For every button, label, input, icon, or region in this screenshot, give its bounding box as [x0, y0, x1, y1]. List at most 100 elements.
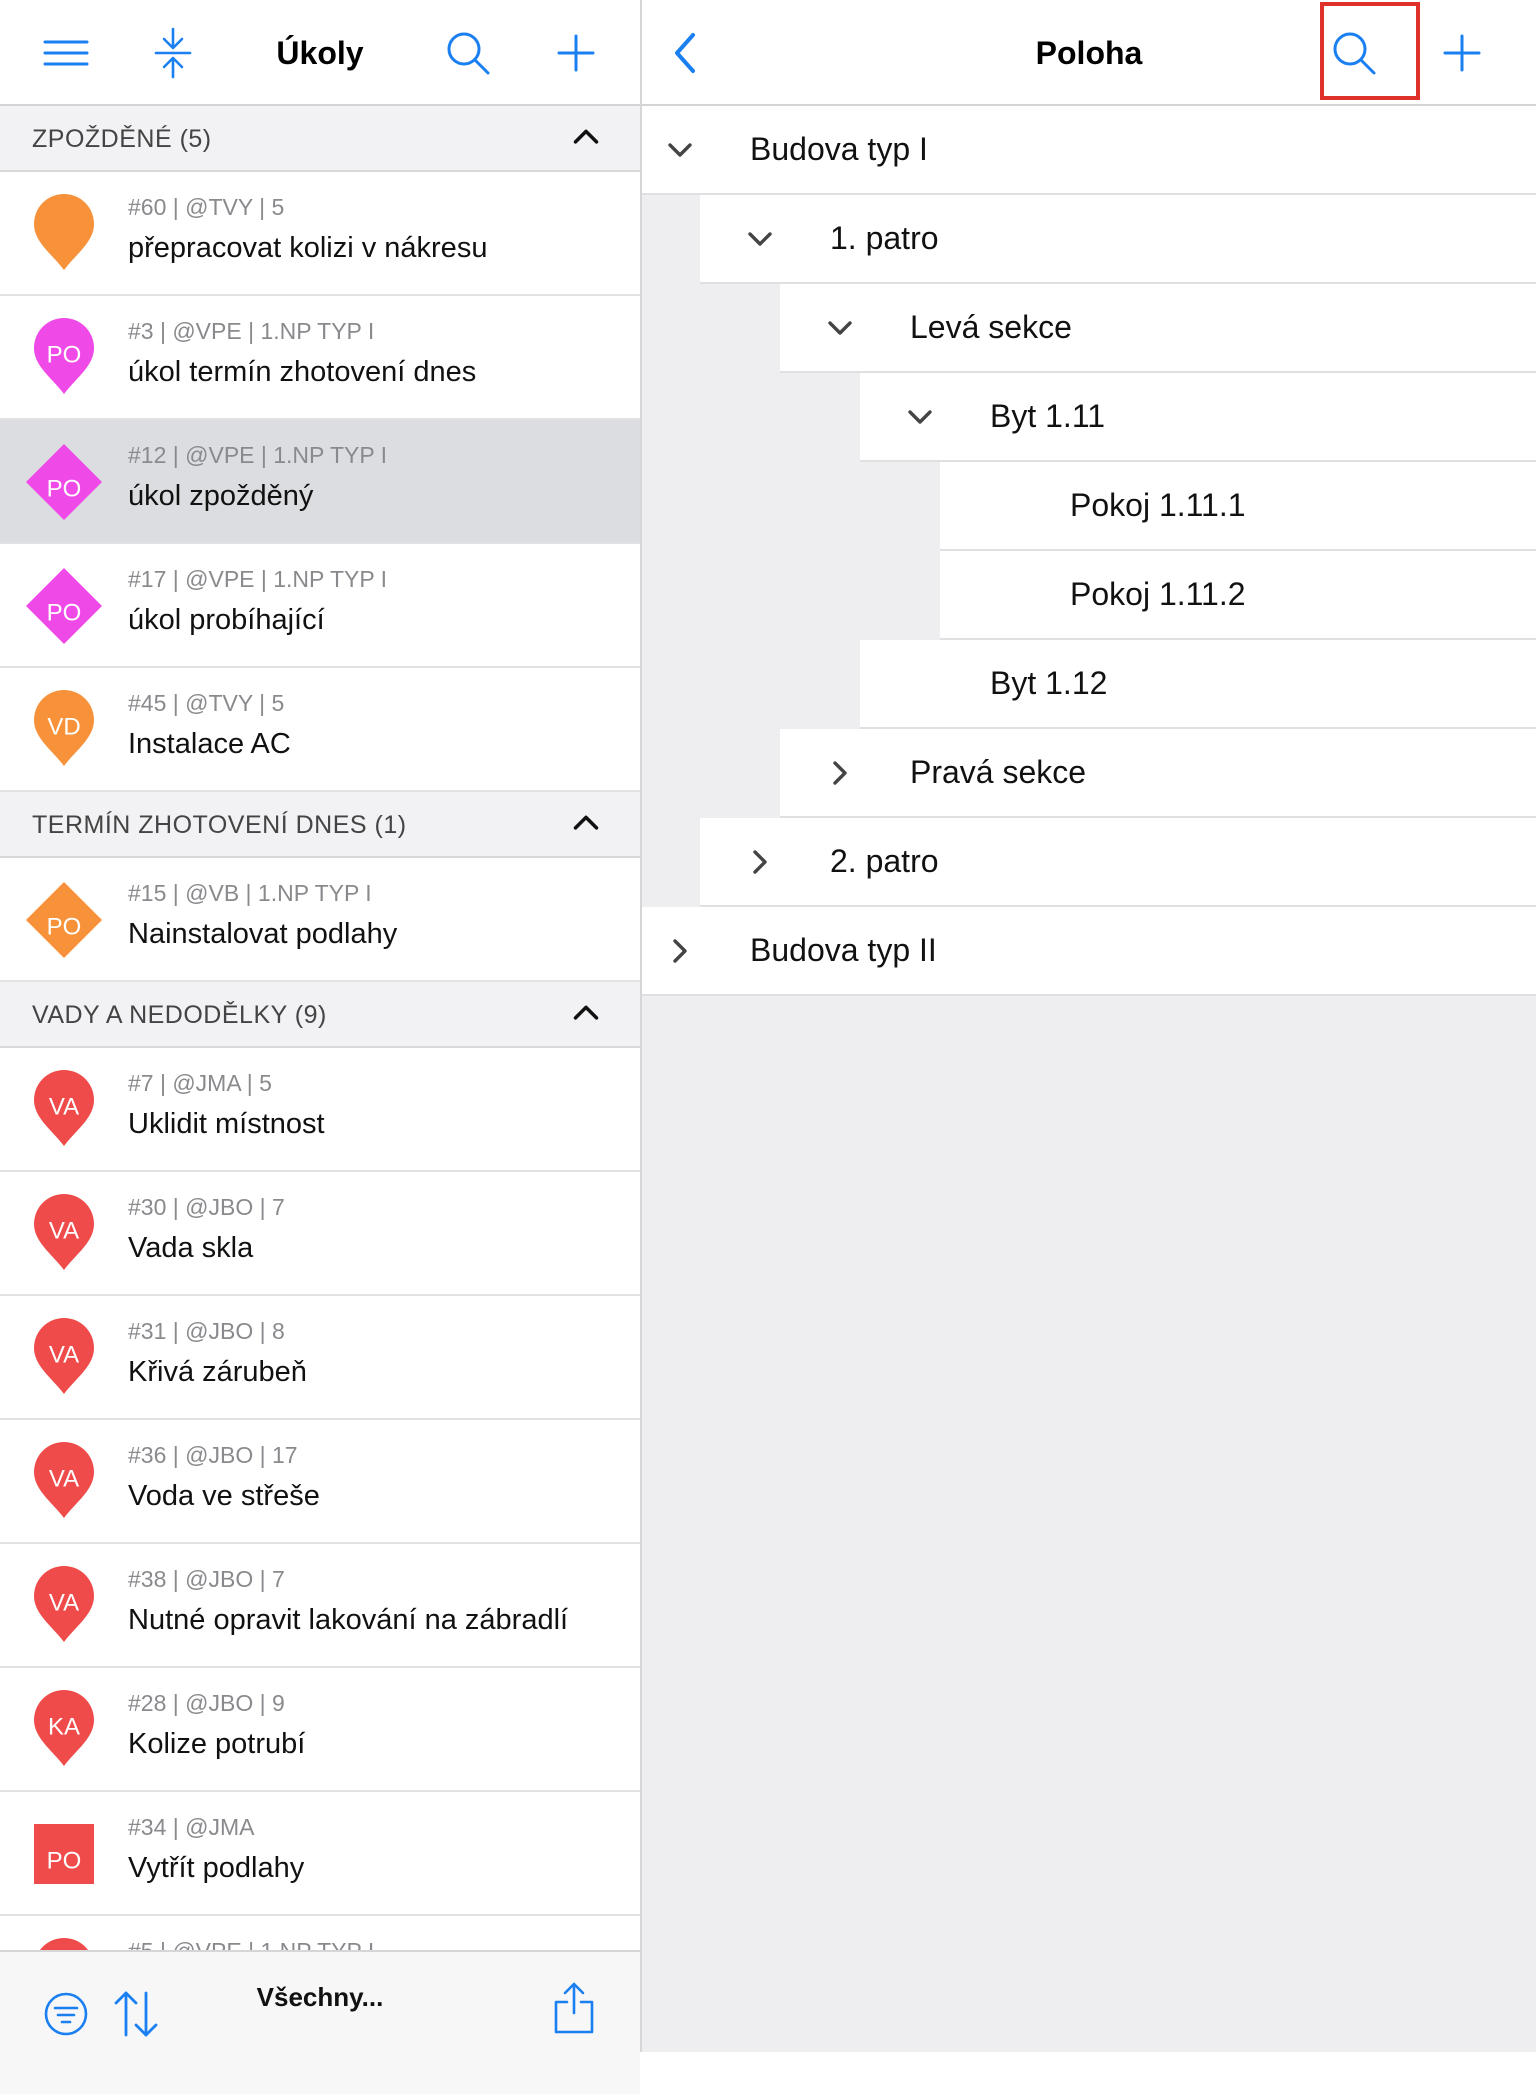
task-meta: #28 | @JBO | 9	[128, 1690, 285, 1716]
chevron-right-icon[interactable]	[742, 844, 778, 880]
marker-text: VA	[49, 1093, 79, 1120]
task-row[interactable]: PO #34 | @JMA Vytřít podlahy	[0, 1792, 640, 1916]
tree-row[interactable]: Budova typ II	[642, 907, 1536, 996]
task-meta: #3 | @VPE | 1.NP TYP I	[128, 318, 375, 344]
task-title: Uklidit místnost	[128, 1108, 325, 1140]
task-title: Vada skla	[128, 1232, 254, 1264]
tree-row[interactable]: Pravá sekce	[780, 729, 1536, 818]
marker-text: VD	[47, 713, 80, 740]
chevron-down-icon[interactable]	[662, 132, 698, 168]
section-header[interactable]: ZPOŽDĚNÉ (5)	[0, 106, 640, 172]
marker-text: PO	[47, 599, 82, 626]
add-icon[interactable]	[546, 23, 606, 83]
tree-row[interactable]: Pokoj 1.11.1	[940, 462, 1536, 551]
search-highlight-box	[1320, 2, 1420, 100]
task-title: Instalace AC	[128, 728, 291, 760]
pin-marker-icon: VA	[22, 1316, 106, 1400]
task-meta: #15 | @VB | 1.NP TYP I	[128, 880, 372, 906]
tree-row[interactable]: 2. patro	[700, 818, 1536, 907]
add-icon[interactable]	[1432, 23, 1492, 83]
pin-marker-icon: PO	[22, 316, 106, 400]
pin-marker-icon	[22, 192, 106, 276]
task-meta: #38 | @JBO | 7	[128, 1566, 285, 1592]
chevron-right-icon[interactable]	[662, 933, 698, 969]
task-row[interactable]: VA #36 | @JBO | 17 Voda ve střeše	[0, 1420, 640, 1544]
task-row[interactable]: PO #3 | @VPE | 1.NP TYP I úkol termín zh…	[0, 296, 640, 420]
task-row[interactable]: VD #45 | @TVY | 5 Instalace AC	[0, 668, 640, 792]
tree-label: Budova typ I	[750, 131, 928, 167]
section-header[interactable]: VADY A NEDODĚLKY (9)	[0, 982, 640, 1048]
section-label: TERMÍN ZHOTOVENÍ DNES (1)	[32, 811, 407, 839]
bottom-margin	[642, 2052, 1536, 2094]
bottom-toolbar: Všechny...	[0, 1950, 640, 2094]
tree-label: Levá sekce	[910, 309, 1072, 345]
task-title: Nainstalovat podlahy	[128, 918, 398, 950]
section-header[interactable]: TERMÍN ZHOTOVENÍ DNES (1)	[0, 792, 640, 858]
task-row[interactable]: VA #7 | @JMA | 5 Uklidit místnost	[0, 1048, 640, 1172]
menu-icon[interactable]	[36, 23, 96, 83]
chevron-up-icon[interactable]	[572, 812, 600, 837]
task-title: Kolize potrubí	[128, 1728, 306, 1760]
tree-row[interactable]: Byt 1.11	[860, 373, 1536, 462]
chevron-down-icon[interactable]	[822, 310, 858, 346]
task-title: Křivá zárubeň	[128, 1356, 307, 1388]
tree-label: Byt 1.12	[990, 665, 1108, 701]
pin-marker-icon: VA	[22, 1192, 106, 1276]
marker-text: VA	[49, 1589, 79, 1616]
task-row[interactable]: VA #31 | @JBO | 8 Křivá zárubeň	[0, 1296, 640, 1420]
marker-text: PO	[47, 475, 82, 502]
task-meta: #45 | @TVY | 5	[128, 690, 285, 716]
pin-marker-icon: VA	[22, 1068, 106, 1152]
share-icon[interactable]	[546, 1980, 602, 2036]
sort-icon[interactable]	[108, 1986, 164, 2042]
location-pane: Poloha Budova typ I 1. patro Levá sekce …	[642, 0, 1536, 2052]
task-title: Vytřít podlahy	[128, 1852, 305, 1884]
task-meta: #31 | @JBO | 8	[128, 1318, 285, 1344]
task-row[interactable]: PO #15 | @VB | 1.NP TYP I Nainstalovat p…	[0, 858, 640, 982]
collapse-icon[interactable]	[143, 23, 203, 83]
chevron-down-icon[interactable]	[742, 221, 778, 257]
square-marker-icon: PO	[22, 1812, 106, 1896]
chevron-right-icon[interactable]	[822, 755, 858, 791]
task-row[interactable]: VA #38 | @JBO | 7 Nutné opravit lakování…	[0, 1544, 640, 1668]
task-row[interactable]: VA #30 | @JBO | 7 Vada skla	[0, 1172, 640, 1296]
task-row[interactable]: KA #28 | @JBO | 9 Kolize potrubí	[0, 1668, 640, 1792]
tree-row[interactable]: Levá sekce	[780, 284, 1536, 373]
pin-marker-icon: KA	[22, 1688, 106, 1772]
chevron-down-icon[interactable]	[902, 399, 938, 435]
pin-marker-icon: VD	[22, 688, 106, 772]
marker-text: PO	[47, 1847, 82, 1874]
marker-text: KA	[48, 1713, 80, 1740]
task-row[interactable]: PO #12 | @VPE | 1.NP TYP I úkol zpožděný	[0, 420, 640, 544]
pin-marker-icon: VA	[22, 1440, 106, 1524]
task-meta: #30 | @JBO | 7	[128, 1194, 285, 1220]
task-meta: #17 | @VPE | 1.NP TYP I	[128, 566, 388, 592]
marker-text: VA	[49, 1341, 79, 1368]
tree-row[interactable]: Pokoj 1.11.2	[940, 551, 1536, 640]
diamond-marker-icon: PO	[22, 878, 106, 962]
filter-selector[interactable]: Všechny...	[220, 1982, 420, 2013]
tree-row[interactable]: 1. patro	[700, 195, 1536, 284]
search-icon[interactable]	[438, 23, 498, 83]
section-label: VADY A NEDODĚLKY (9)	[32, 1001, 327, 1029]
task-row[interactable]: PO #17 | @VPE | 1.NP TYP I úkol probíhaj…	[0, 544, 640, 668]
chevron-up-icon[interactable]	[572, 1002, 600, 1027]
chevron-up-icon[interactable]	[572, 126, 600, 151]
section-label: ZPOŽDĚNÉ (5)	[32, 125, 212, 153]
task-title: Nutné opravit lakování na zábradlí	[128, 1604, 569, 1636]
task-row[interactable]: #60 | @TVY | 5 přepracovat kolizi v nákr…	[0, 172, 640, 296]
marker-text: PO	[47, 913, 82, 940]
task-title: úkol termín zhotovení dnes	[128, 356, 477, 388]
task-meta: #12 | @VPE | 1.NP TYP I	[128, 442, 388, 468]
tree-label: Pravá sekce	[910, 754, 1087, 790]
back-icon[interactable]	[656, 23, 716, 83]
filter-icon[interactable]	[38, 1986, 94, 2042]
marker-text: VA	[49, 1217, 79, 1244]
location-title: Poloha	[1035, 35, 1143, 71]
tasks-pane: Úkoly ZPOŽDĚNÉ (5) #60 | @TVY | 5 přepra…	[0, 0, 640, 2094]
task-title: Voda ve střeše	[128, 1480, 320, 1512]
tree-row[interactable]: Byt 1.12	[860, 640, 1536, 729]
tree-row[interactable]: Budova typ I	[642, 106, 1536, 195]
pin-marker-icon: VA	[22, 1564, 106, 1648]
tree-label: Pokoj 1.11.1	[1070, 487, 1246, 523]
